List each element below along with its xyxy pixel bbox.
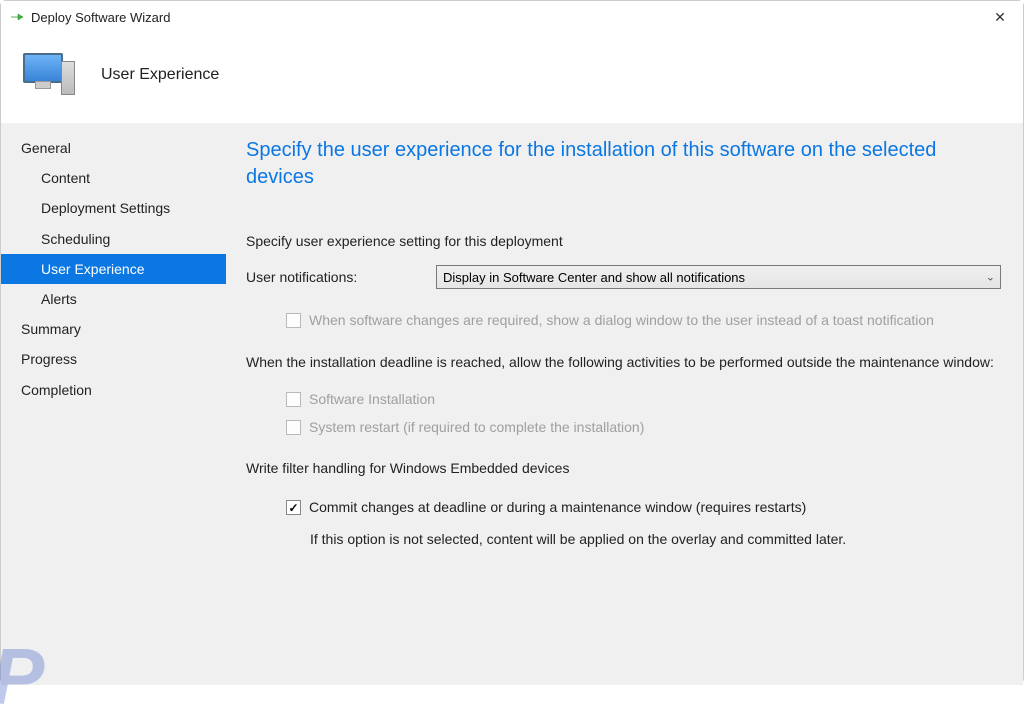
- sidebar-item-general[interactable]: General: [1, 133, 226, 163]
- software-installation-label: Software Installation: [309, 390, 435, 408]
- chevron-down-icon: ⌄: [986, 271, 995, 284]
- software-installation-checkbox: [286, 392, 301, 407]
- sidebar-item-completion[interactable]: Completion: [1, 375, 226, 405]
- wizard-sidebar: General Content Deployment Settings Sche…: [1, 123, 226, 685]
- subheading: Specify user experience setting for this…: [246, 233, 1001, 249]
- user-notifications-row: User notifications: Display in Software …: [246, 265, 1001, 289]
- sidebar-item-scheduling[interactable]: Scheduling: [1, 224, 226, 254]
- close-button[interactable]: ✕: [985, 9, 1015, 26]
- sidebar-item-user-experience[interactable]: User Experience: [1, 254, 226, 284]
- write-filter-heading: Write filter handling for Windows Embedd…: [246, 460, 1001, 476]
- dialog-window-checkbox: [286, 313, 301, 328]
- system-restart-checkbox-row: System restart (if required to complete …: [286, 418, 1001, 436]
- dialog-window-checkbox-label: When software changes are required, show…: [309, 311, 934, 329]
- title-bar: Deploy Software Wizard ✕: [1, 1, 1023, 33]
- main-pane: Specify the user experience for the inst…: [226, 123, 1023, 685]
- software-installation-checkbox-row: Software Installation: [286, 390, 1001, 408]
- user-notifications-select[interactable]: Display in Software Center and show all …: [436, 265, 1001, 289]
- dialog-window-checkbox-row: When software changes are required, show…: [286, 311, 1001, 329]
- commit-changes-checkbox[interactable]: [286, 500, 301, 515]
- system-restart-label: System restart (if required to complete …: [309, 418, 644, 436]
- sidebar-item-progress[interactable]: Progress: [1, 344, 226, 374]
- sidebar-item-content[interactable]: Content: [1, 163, 226, 193]
- user-notifications-label: User notifications:: [246, 269, 436, 285]
- system-restart-checkbox: [286, 420, 301, 435]
- deadline-paragraph: When the installation deadline is reache…: [246, 353, 1001, 372]
- header-band: User Experience: [1, 33, 1023, 123]
- sidebar-item-alerts[interactable]: Alerts: [1, 284, 226, 314]
- wizard-arrow-icon: [9, 9, 25, 25]
- computer-wizard-icon: [21, 51, 77, 99]
- page-title: User Experience: [101, 66, 219, 84]
- user-notifications-value: Display in Software Center and show all …: [443, 270, 745, 285]
- commit-changes-checkbox-row: Commit changes at deadline or during a m…: [286, 498, 1001, 516]
- sidebar-item-summary[interactable]: Summary: [1, 314, 226, 344]
- commit-changes-label: Commit changes at deadline or during a m…: [309, 498, 806, 516]
- sidebar-item-deployment-settings[interactable]: Deployment Settings: [1, 193, 226, 223]
- body-area: General Content Deployment Settings Sche…: [1, 123, 1023, 685]
- main-heading: Specify the user experience for the inst…: [246, 137, 1001, 191]
- window-title: Deploy Software Wizard: [31, 10, 170, 25]
- commit-changes-note: If this option is not selected, content …: [310, 531, 1001, 547]
